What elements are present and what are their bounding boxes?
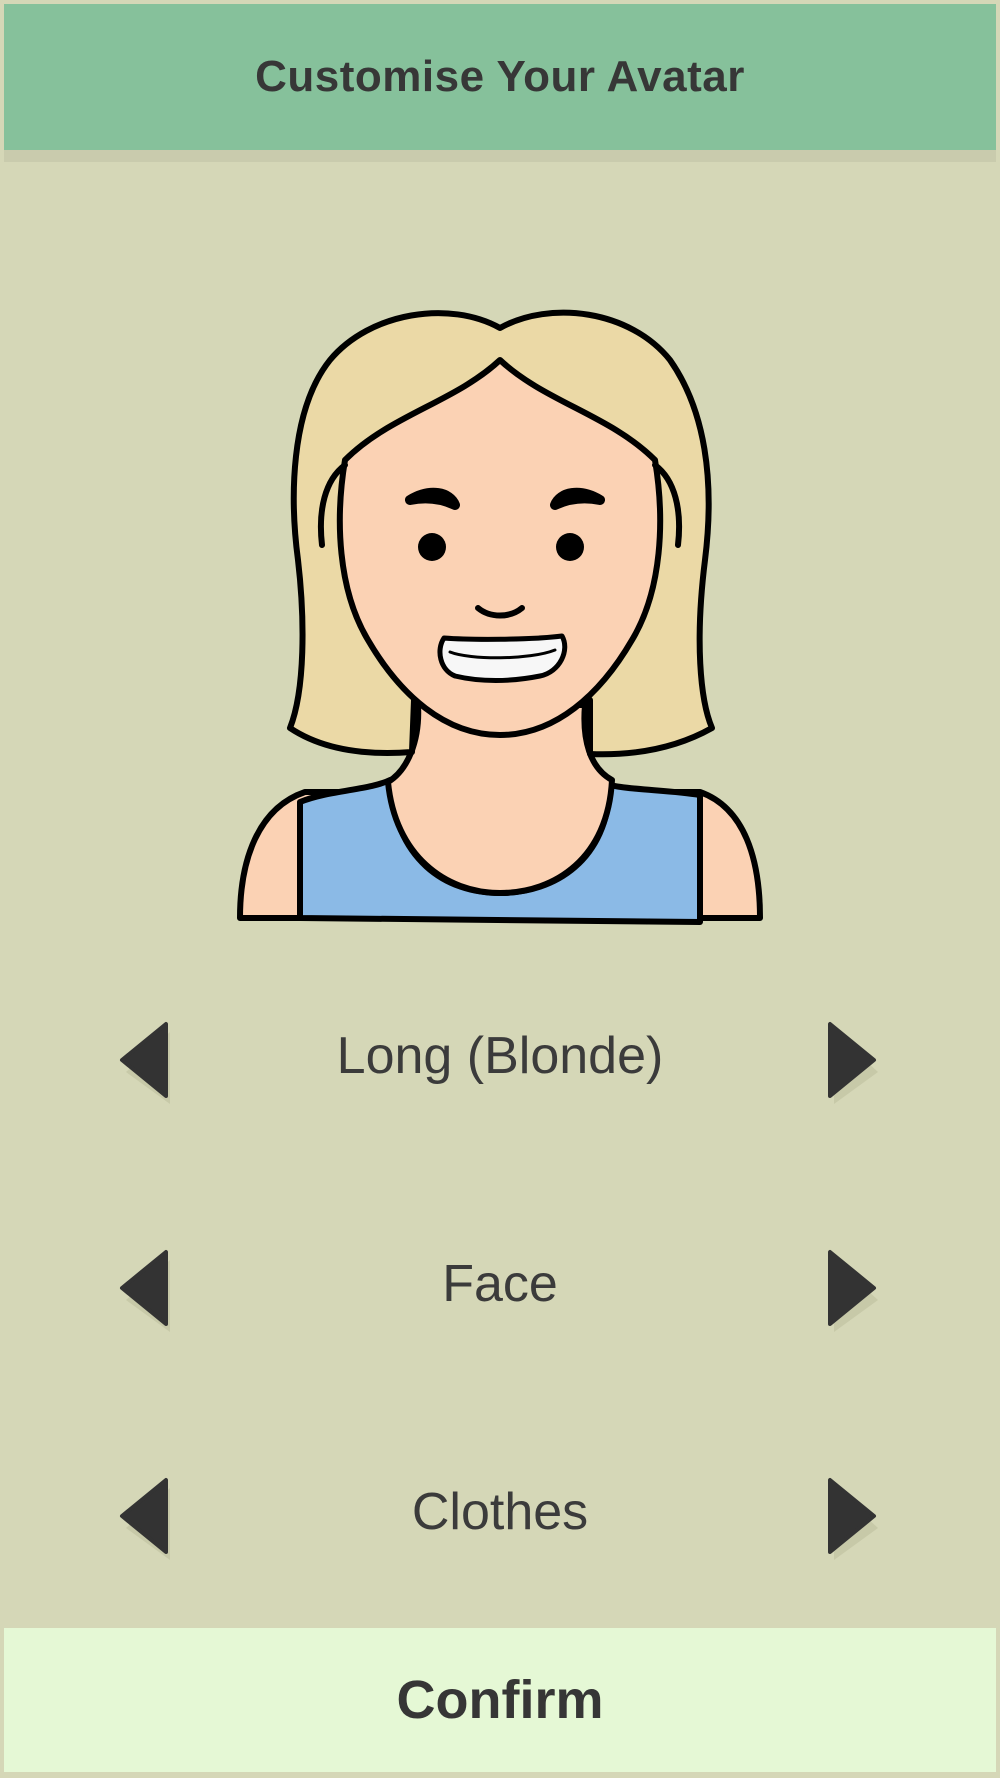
page-title: Customise Your Avatar — [255, 52, 745, 101]
hair-prev-button[interactable] — [118, 1020, 178, 1110]
clothes-prev-button[interactable] — [118, 1476, 178, 1566]
arrow-right-icon — [828, 1478, 878, 1560]
arrow-right-icon — [828, 1250, 878, 1332]
face-prev-button[interactable] — [118, 1248, 178, 1338]
clothes-option-label: Clothes — [411, 1483, 589, 1541]
arrow-left-icon — [120, 1250, 170, 1332]
hair-option-label: Long (Blonde) — [336, 1027, 664, 1085]
avatar-left-eye — [418, 533, 446, 561]
arrow-left-icon — [120, 1022, 170, 1104]
clothes-selector-row: Clothes — [0, 1462, 1000, 1562]
clothes-next-button[interactable] — [822, 1476, 882, 1566]
avatar-right-eye — [556, 533, 584, 561]
hair-next-button[interactable] — [822, 1020, 882, 1110]
confirm-button[interactable]: Confirm — [4, 1628, 996, 1772]
avatar-customiser-screen: Customise Your Avatar Long (Blonde) Face… — [0, 0, 1000, 1778]
face-next-button[interactable] — [822, 1248, 882, 1338]
hair-selector-row: Long (Blonde) — [0, 1006, 1000, 1106]
avatar-left-eyebrow — [405, 487, 460, 510]
avatar-preview — [230, 300, 770, 930]
face-option-label: Face — [442, 1255, 558, 1313]
face-selector-row: Face — [0, 1234, 1000, 1334]
confirm-label: Confirm — [396, 1670, 604, 1730]
arrow-left-icon — [120, 1478, 170, 1560]
arrow-right-icon — [828, 1022, 878, 1104]
header-bar: Customise Your Avatar — [4, 4, 996, 150]
avatar-right-eyebrow — [550, 487, 605, 510]
